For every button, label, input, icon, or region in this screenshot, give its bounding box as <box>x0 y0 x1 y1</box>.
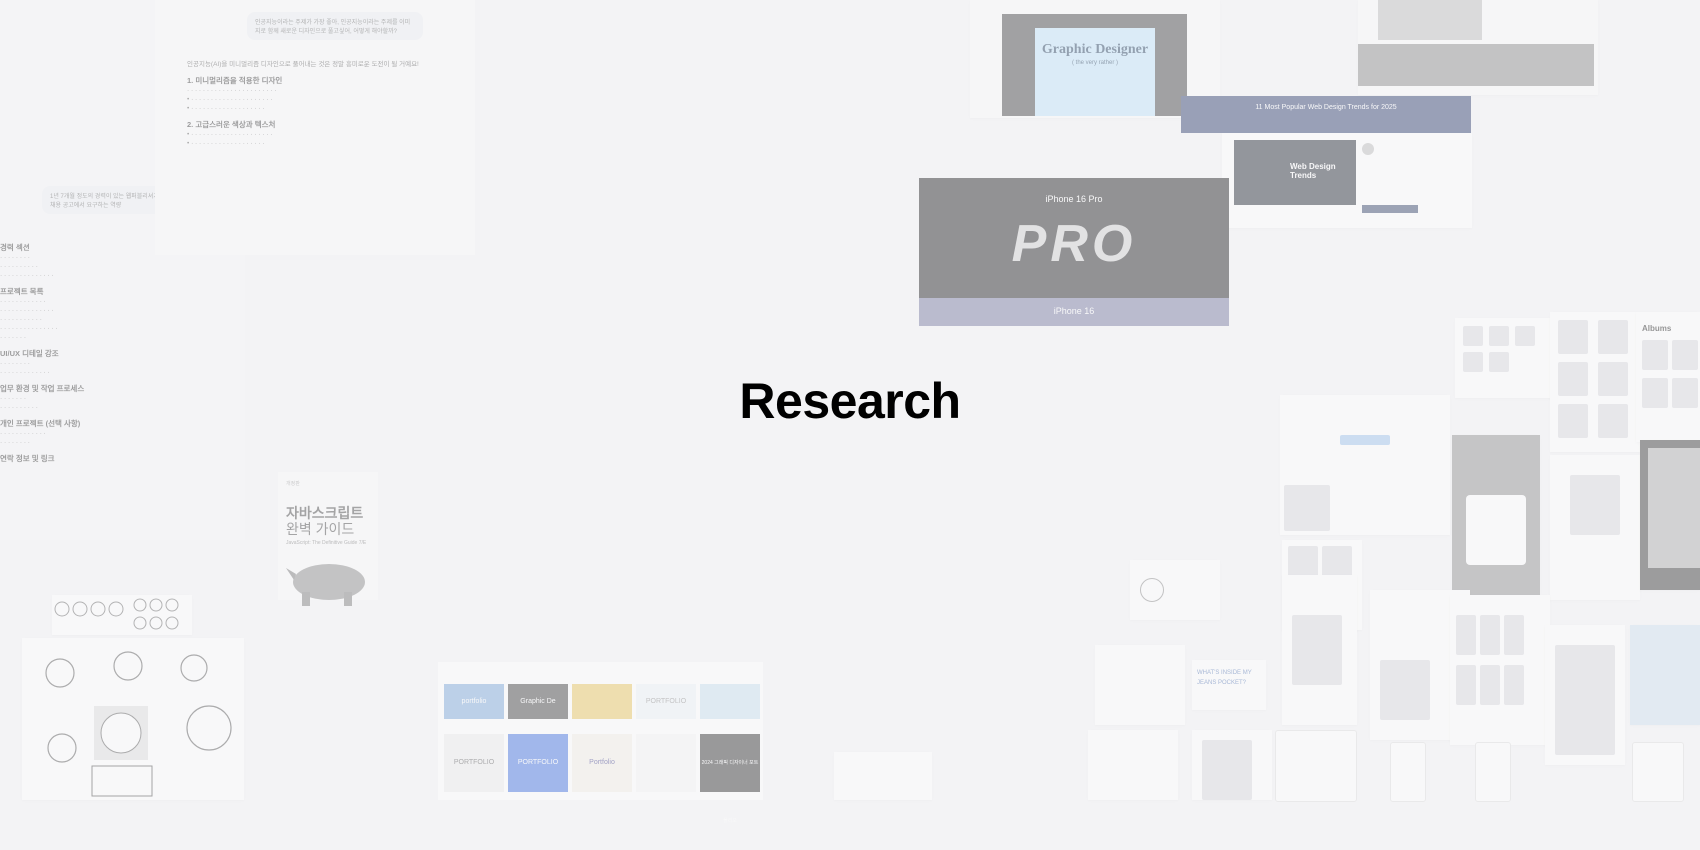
subscribe-button[interactable] <box>1362 205 1418 213</box>
sidebar-heading: 연락 정보 및 링크 <box>0 454 55 463</box>
phone-mockup <box>1390 742 1426 802</box>
phone-mockup <box>1275 730 1357 802</box>
phone-mockup <box>1632 742 1684 802</box>
author-avatar <box>1362 143 1374 155</box>
web-trends-banner: 11 Most Popular Web Design Trends for 20… <box>1181 96 1471 133</box>
book-title: 자바스크립트 <box>286 505 364 521</box>
portfolio-tile: 2024 그래픽 디자이너 포트폴리오 <box>700 734 760 824</box>
book-title: 완벽 가이드 <box>286 521 355 537</box>
fashion-photo-screenshot <box>1640 440 1700 590</box>
rhino-illustration <box>286 564 365 606</box>
sidebar-heading: 경력 섹션 <box>0 243 30 252</box>
outfit-grid-screen <box>1450 595 1550 745</box>
portfolio-grid-screenshot: portfolio Graphic De portfolio PORTFOLIO… <box>438 662 763 824</box>
portfolio-tile <box>636 734 696 792</box>
character-sketches-row <box>52 595 192 635</box>
jeans-pocket-note: WHAT'S INSIDE MY JEANS POCKET? <box>1192 660 1266 710</box>
portfolio-tile: PORTFOLIO <box>636 684 696 719</box>
video-screenshot <box>1358 0 1598 95</box>
javascript-book-cover: 개정판 자바스크립트 완벽 가이드 JavaScript: The Definit… <box>278 472 378 606</box>
user-message-bubble: 1년 7개월 정도의 경력이 있는 웹퍼블리셔가 채용 공고에서 요구하는 역량 <box>42 186 168 214</box>
phone-mockup <box>1475 742 1511 802</box>
portfolio-tile: Graphic De portfolio <box>508 684 568 740</box>
icon-grid-card <box>1095 645 1185 725</box>
web-trends-card-title: Trends <box>1290 171 1317 180</box>
product-detail-screenshot <box>1550 455 1640 600</box>
assistant-heading: 2. 고급스러운 색상과 텍스처 <box>187 120 276 129</box>
iphone-header: iPhone 16 Pro <box>1045 194 1103 204</box>
graphic-designer-subtitle: ( the very rather ) <box>1071 60 1118 66</box>
shop-list-card <box>1088 730 1178 800</box>
albums-title: Albums <box>1642 324 1672 333</box>
portfolio-tile: portfolio <box>444 684 504 719</box>
graphic-designer-title: Graphic Designer <box>1041 42 1149 57</box>
sidebar-heading: 프로젝트 목록 <box>0 287 44 296</box>
portfolio-tile: PORTFOLIO <box>444 734 504 792</box>
model-photo-card <box>1545 625 1625 765</box>
user-message-bubble: 인공지능이라는 주제가 가장 좋아, 인공지능이라는 주제를 이미지로 함께 새… <box>247 12 423 40</box>
portfolio-tile <box>700 684 760 719</box>
sidebar-heading: UI/UX 디테일 강조 <box>0 349 59 358</box>
small-ui-card <box>834 752 932 800</box>
iphone-footer: iPhone 16 <box>919 298 1229 326</box>
jeans-pocket-text: WHAT'S INSIDE MY JEANS POCKET? <box>1197 670 1252 686</box>
web-trends-article: Web Design Trends <box>1222 133 1472 228</box>
avatar-sketch-card <box>1130 560 1220 620</box>
accessories-card <box>1630 625 1700 725</box>
chat-conversation-screenshot: 인공지능이라는 주제가 가장 좋아, 인공지능이라는 주제를 이미지로 함께 새… <box>155 0 475 255</box>
iphone-pro-text: PRO <box>1011 215 1137 273</box>
character-sketches-sheet <box>22 638 244 800</box>
portfolio-tile: Portfolio <box>572 734 632 792</box>
mobile-product-screen <box>1282 575 1357 725</box>
video-thumbnail <box>1378 0 1482 40</box>
portfolio-tile: PORTFOLIO <box>508 734 568 792</box>
book-label: 개정판 <box>286 481 300 487</box>
book-subtitle: JavaScript: The Definitive Guide 7/E <box>286 540 367 546</box>
page-title: Research <box>739 373 961 429</box>
iphone-16-pro-screenshot: iPhone 16 Pro PRO iPhone 16 <box>919 178 1229 326</box>
video-player <box>1358 44 1594 86</box>
style-photo-card <box>1192 730 1272 800</box>
portfolio-tile <box>572 684 632 719</box>
assistant-heading: 1. 미니멀리즘을 적용한 디자인 <box>187 76 283 85</box>
web-trends-card-title: Web Design <box>1290 162 1336 171</box>
assistant-intro: 인공지능(AI)을 미니멀리즘 디자인으로 풀어내는 것은 정말 흥미로운 도전… <box>187 61 419 68</box>
